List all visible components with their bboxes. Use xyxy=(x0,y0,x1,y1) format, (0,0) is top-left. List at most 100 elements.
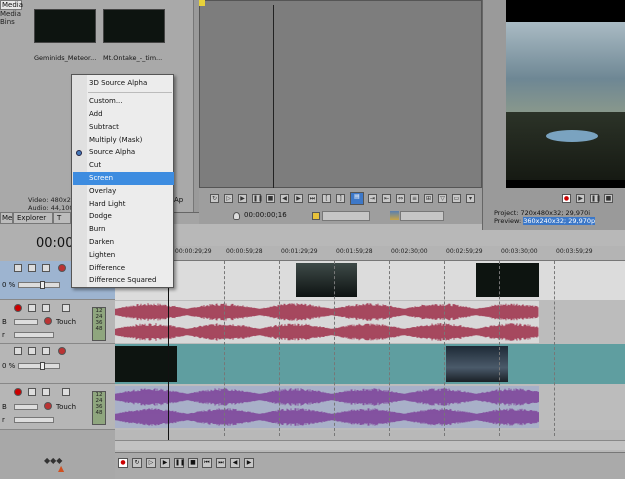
trimmer-time-field[interactable]: 00:00:00;16 xyxy=(244,211,287,221)
ripple-icon[interactable]: ≡ xyxy=(410,194,419,203)
pan-slider[interactable] xyxy=(14,332,54,338)
track-fx-icon[interactable] xyxy=(28,347,36,355)
mute-icon[interactable] xyxy=(28,388,36,396)
media-thumbnail-geminids[interactable] xyxy=(34,9,96,43)
go-end-icon[interactable]: ⏭ xyxy=(308,194,317,203)
play-from-start-icon[interactable]: ▷ xyxy=(146,458,156,468)
level-knob[interactable] xyxy=(40,281,45,289)
marker-add-icon[interactable]: ▽ xyxy=(438,194,447,203)
media-thumbnail-ontake[interactable] xyxy=(103,9,165,43)
overwrite-icon[interactable]: ⇥ xyxy=(368,194,377,203)
loop-icon[interactable]: ↻ xyxy=(210,194,219,203)
pause-icon[interactable]: ❚❚ xyxy=(174,458,185,468)
video-icon[interactable] xyxy=(390,211,399,220)
in-point-icon[interactable]: [ xyxy=(322,194,331,203)
media-bins-label[interactable]: Media Bins xyxy=(0,10,22,26)
menu-item-difference[interactable]: Difference xyxy=(88,262,174,275)
ruler-tick-label: 00:02:59;29 xyxy=(446,248,483,255)
settings-gear-icon[interactable] xyxy=(44,402,52,410)
menu-item-source-alpha[interactable]: Source Alpha xyxy=(88,146,174,159)
menu-item-hard-light[interactable]: Hard Light xyxy=(88,198,174,211)
stop-icon[interactable]: ■ xyxy=(266,194,275,203)
audio-icon[interactable] xyxy=(312,212,320,220)
settings-gear-icon[interactable] xyxy=(58,347,66,355)
snap-icon[interactable]: ⊞ xyxy=(424,194,433,203)
out-point-icon[interactable]: ] xyxy=(336,194,345,203)
next-frame-icon[interactable]: ▶ xyxy=(244,458,254,468)
video-track-lane-1[interactable] xyxy=(115,261,625,300)
go-start-icon[interactable]: ⏮ xyxy=(202,458,212,468)
record-arm-icon[interactable] xyxy=(14,304,22,312)
menu-item-dodge[interactable]: Dodge xyxy=(88,210,174,223)
solo-icon[interactable] xyxy=(42,304,50,312)
insert-icon[interactable]: ⇤ xyxy=(382,194,391,203)
track-level-slider[interactable] xyxy=(18,363,60,369)
settings-gear-icon[interactable] xyxy=(58,264,66,272)
menu-item-add[interactable]: Add xyxy=(88,108,174,121)
preview-pause-icon[interactable]: ❚❚ xyxy=(590,194,601,203)
trimmer-video-slider[interactable] xyxy=(400,211,444,221)
media-tab[interactable]: Media xyxy=(0,0,23,10)
settings-gear-icon[interactable] xyxy=(44,317,52,325)
menu-item-difference-squared[interactable]: Difference Squared xyxy=(88,274,174,287)
trimmer-audio-slider[interactable] xyxy=(322,211,370,221)
tab-transitions[interactable]: T xyxy=(53,212,71,224)
menu-item-screen[interactable]: Screen xyxy=(73,172,174,185)
stop-icon[interactable]: ■ xyxy=(188,458,198,468)
next-frame-icon[interactable]: ▶ xyxy=(294,194,303,203)
tab-media[interactable]: Media xyxy=(0,212,13,224)
fit-icon[interactable]: ⇔ xyxy=(396,194,405,203)
pause-icon[interactable]: ❚❚ xyxy=(252,194,263,203)
preview-stop-icon[interactable]: ■ xyxy=(604,194,613,203)
video-clip-thumbnail[interactable] xyxy=(296,263,357,297)
menu-item-burn[interactable]: Burn xyxy=(88,223,174,236)
project-value: 720x480x32; 29,970i xyxy=(520,209,591,217)
audio-waveform-1[interactable] xyxy=(115,301,539,343)
video-track-lane-2[interactable] xyxy=(115,344,625,384)
options-icon[interactable]: ▾ xyxy=(466,194,475,203)
track-fx-icon[interactable] xyxy=(28,264,36,272)
ruler-tick-label: 00:02:30;00 xyxy=(391,248,428,255)
go-end-icon[interactable]: ⏭ xyxy=(216,458,226,468)
volume-slider[interactable] xyxy=(14,404,38,410)
no-entry-icon[interactable] xyxy=(62,304,70,312)
track-motion-icon[interactable] xyxy=(14,264,22,272)
play-icon[interactable]: ▶ xyxy=(160,458,170,468)
timeline-horizontal-scrollbar[interactable] xyxy=(115,440,625,450)
trimmer-window[interactable] xyxy=(199,0,482,188)
record-icon[interactable]: ● xyxy=(562,194,571,203)
menu-item-multiply-mask[interactable]: Multiply (Mask) xyxy=(88,134,174,147)
menu-item-subtract[interactable]: Subtract xyxy=(88,121,174,134)
track-level-slider[interactable] xyxy=(18,282,60,288)
menu-item-lighten[interactable]: Lighten xyxy=(88,249,174,262)
menu-item-cut[interactable]: Cut xyxy=(88,159,174,172)
audio-waveform-2[interactable] xyxy=(115,386,539,428)
composite-mode-icon[interactable] xyxy=(42,264,50,272)
prev-frame-icon[interactable]: ◀ xyxy=(280,194,289,203)
record-arm-icon[interactable] xyxy=(14,388,22,396)
solo-icon[interactable] xyxy=(42,388,50,396)
play-icon[interactable]: ▶ xyxy=(238,194,247,203)
track-motion-icon[interactable] xyxy=(14,347,22,355)
add-to-timeline-icon[interactable]: ▤ xyxy=(350,192,364,205)
tab-explorer[interactable]: Explorer xyxy=(13,212,53,224)
record-icon[interactable]: ● xyxy=(118,458,128,468)
region-icon[interactable]: ▭ xyxy=(452,194,461,203)
play-from-start-icon[interactable]: ▷ xyxy=(224,194,233,203)
pan-slider[interactable] xyxy=(14,417,54,423)
video-clip-thumbnail[interactable] xyxy=(476,263,539,297)
menu-item-darken[interactable]: Darken xyxy=(88,236,174,249)
volume-slider[interactable] xyxy=(14,319,38,325)
composite-mode-icon[interactable] xyxy=(42,347,50,355)
mute-icon[interactable] xyxy=(28,304,36,312)
loop-icon[interactable]: ↻ xyxy=(132,458,142,468)
menu-item-3d-source-alpha[interactable]: 3D Source Alpha xyxy=(88,77,174,90)
preview-play-icon[interactable]: ▶ xyxy=(576,194,585,203)
menu-item-custom[interactable]: Custom... xyxy=(88,95,174,108)
prev-frame-icon[interactable]: ◀ xyxy=(230,458,240,468)
no-entry-icon[interactable] xyxy=(62,388,70,396)
level-knob[interactable] xyxy=(40,362,45,370)
video-preview-screen xyxy=(506,0,625,188)
menu-item-overlay[interactable]: Overlay xyxy=(88,185,174,198)
grid-line xyxy=(334,261,335,436)
